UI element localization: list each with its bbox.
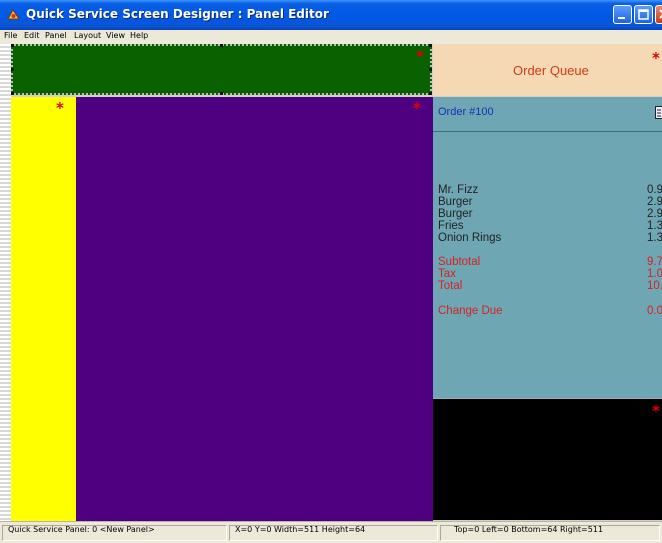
subtotal-row: Subtotal 9.7 <box>438 256 662 268</box>
menu-panel[interactable]: Panel <box>45 30 67 42</box>
order-queue-label: Order Queue <box>513 63 589 78</box>
resize-handle-bottom-right[interactable] <box>429 92 432 95</box>
menu-view[interactable]: View <box>106 30 125 42</box>
maximize-button[interactable] <box>634 5 653 24</box>
resize-handle-right[interactable] <box>429 68 432 71</box>
footer-zone[interactable]: * <box>433 398 662 520</box>
menu-layout[interactable]: Layout <box>74 30 101 42</box>
status-bar: Quick Service Panel: 0 <New Panel> X=0 Y… <box>0 521 662 543</box>
menu-file[interactable]: File <box>4 30 17 42</box>
minimize-icon <box>618 17 625 19</box>
order-line-item: Mr. Fizz 0.9 <box>438 184 662 196</box>
canvas-ruler <box>0 44 11 522</box>
order-line-item: Onion Rings 1.3 <box>438 232 662 244</box>
zone-marker: * <box>416 47 424 65</box>
zone-marker: * <box>56 99 64 117</box>
zone-marker: * <box>413 99 421 117</box>
order-header: Order #100 <box>433 97 662 132</box>
zone-marker: * <box>652 402 660 420</box>
side-zone[interactable]: * <box>11 97 76 521</box>
order-line-item: Fries 1.3 <box>438 220 662 232</box>
status-position-text: X=0 Y=0 Width=511 Height=64 <box>235 525 366 534</box>
resize-handle-bottom-left[interactable] <box>11 92 14 95</box>
order-display-zone[interactable]: Order #100 Mr. Fizz 0.9 Burger 2.9 Burge… <box>433 97 662 398</box>
order-line-item: Burger 2.9 <box>438 208 662 220</box>
menu-edit[interactable]: Edit <box>24 30 40 42</box>
receipt-icon <box>655 106 662 119</box>
resize-handle-top-right[interactable] <box>429 44 432 47</box>
window-title: Quick Service Screen Designer : Panel Ed… <box>26 7 329 21</box>
resize-handle-left[interactable] <box>11 68 14 71</box>
menu-bar: File Edit Panel Layout View Help <box>0 30 662 42</box>
title-bar[interactable]: Quick Service Screen Designer : Panel Ed… <box>0 0 662 30</box>
app-icon <box>7 9 20 20</box>
maximize-icon <box>638 9 649 20</box>
header-zone-selected[interactable]: * <box>11 44 432 95</box>
order-line-item: Burger 2.9 <box>438 196 662 208</box>
resize-handle-top-left[interactable] <box>11 44 14 47</box>
close-button[interactable] <box>655 5 662 24</box>
status-panel-text: Quick Service Panel: 0 <New Panel> <box>8 525 155 534</box>
close-icon <box>659 9 662 19</box>
status-bounds-text: Top=0 Left=0 Bottom=64 Right=511 <box>454 525 604 534</box>
minimize-button[interactable] <box>613 5 632 24</box>
change-due-row: Change Due 0.0 <box>438 305 662 317</box>
order-number: Order #100 <box>438 106 494 118</box>
menu-help[interactable]: Help <box>130 30 148 42</box>
panel-editor-window: Quick Service Screen Designer : Panel Ed… <box>0 0 662 543</box>
resize-handle-top[interactable] <box>220 44 223 47</box>
main-zone[interactable]: * <box>76 97 433 521</box>
zone-marker: * <box>652 49 660 67</box>
order-queue-zone[interactable]: Order Queue * <box>433 44 662 96</box>
total-row: Total 10.7 <box>438 280 662 292</box>
tax-row: Tax 1.0 <box>438 268 662 280</box>
resize-handle-bottom[interactable] <box>220 92 223 95</box>
